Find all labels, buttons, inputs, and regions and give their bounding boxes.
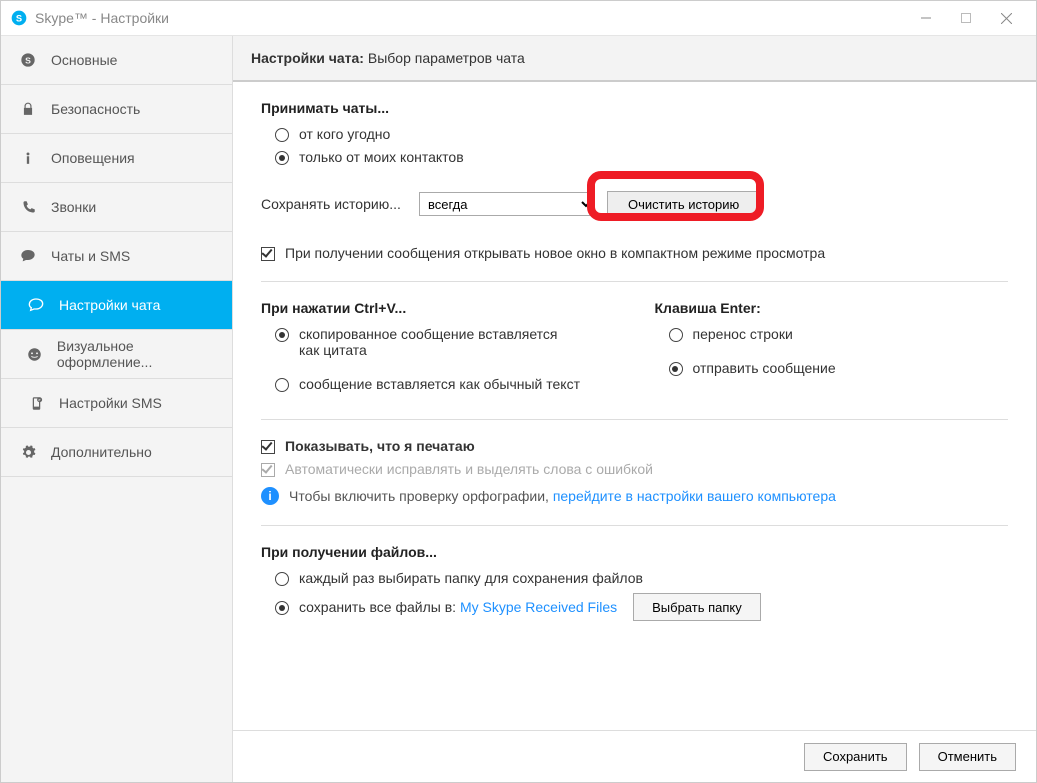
enter-newline-radio[interactable]: перенос строки [669, 326, 1009, 342]
sidebar: S Основные Безопасность Оповещения [1, 36, 233, 782]
accept-chats-title: Принимать чаты... [261, 100, 1008, 116]
sidebar-item-label: Дополнительно [51, 444, 152, 460]
checkbox-label: При получении сообщения открывать новое … [285, 245, 825, 261]
ctrlv-column: При нажатии Ctrl+V... скопированное сооб… [261, 300, 615, 399]
radio-label: только от моих контактов [299, 149, 464, 165]
sidebar-item-calls[interactable]: Звонки [1, 183, 232, 232]
history-row: Сохранять историю... всегда Очистить ист… [261, 191, 1008, 217]
smiley-icon [25, 347, 45, 362]
ctrlv-quote-radio[interactable]: скопированное сообщение вставляется как … [275, 326, 615, 358]
clear-history-button[interactable]: Очистить историю [607, 191, 760, 217]
radio-label-prefix: сохранить все файлы в: [299, 599, 460, 615]
info-circle-icon: i [261, 487, 279, 505]
settings-window: S Skype™ - Настройки S Основные [0, 0, 1037, 783]
divider [261, 419, 1008, 420]
sidebar-item-notifications[interactable]: Оповещения [1, 134, 232, 183]
divider [261, 281, 1008, 282]
sidebar-item-label: Визуальное оформление... [57, 338, 216, 370]
sidebar-item-chats-sms[interactable]: Чаты и SMS [1, 232, 232, 281]
autocorrect-checkbox: Автоматически исправлять и выделять слов… [261, 461, 1008, 477]
sidebar-item-label: Безопасность [51, 101, 140, 117]
sidebar-item-appearance[interactable]: Визуальное оформление... [1, 330, 232, 379]
spellcheck-settings-link[interactable]: перейдите в настройки вашего компьютера [553, 488, 836, 504]
checkbox-icon [261, 440, 275, 454]
sidebar-item-label: Настройки чата [59, 297, 160, 313]
radio-icon [669, 328, 683, 342]
enter-column: Клавиша Enter: перенос строки отправить … [655, 300, 1009, 399]
sidebar-item-general[interactable]: S Основные [1, 36, 232, 85]
save-button[interactable]: Сохранить [804, 743, 907, 771]
titlebar: S Skype™ - Настройки [1, 1, 1036, 35]
skype-icon: S [17, 52, 39, 68]
radio-label: от кого угодно [299, 126, 390, 142]
info-text: Чтобы включить проверку орфографии, [289, 488, 553, 504]
radio-icon [275, 378, 289, 392]
radio-label: сообщение вставляется как обычный текст [299, 376, 580, 392]
checkbox-label: Показывать, что я печатаю [285, 438, 475, 454]
maximize-button[interactable] [946, 3, 986, 33]
minimize-button[interactable] [906, 3, 946, 33]
radio-icon [275, 601, 289, 615]
enter-send-radio[interactable]: отправить сообщение [669, 360, 1009, 376]
close-button[interactable] [986, 3, 1026, 33]
chat-bubble-icon [17, 248, 39, 264]
sidebar-item-chat-settings[interactable]: Настройки чата [1, 281, 232, 330]
radio-icon [275, 128, 289, 142]
checkbox-label: Автоматически исправлять и выделять слов… [285, 461, 653, 477]
gear-icon [17, 445, 39, 460]
sidebar-item-label: Оповещения [51, 150, 135, 166]
sidebar-item-label: Чаты и SMS [51, 248, 130, 264]
skype-logo-icon: S [11, 10, 27, 26]
ctrlv-title: При нажатии Ctrl+V... [261, 300, 615, 316]
checkbox-icon [261, 463, 275, 477]
received-files-link[interactable]: My Skype Received Files [460, 599, 617, 615]
sidebar-item-advanced[interactable]: Дополнительно [1, 428, 232, 477]
content-header: Настройки чата: Выбор параметров чата [233, 36, 1036, 82]
files-title: При получении файлов... [261, 544, 1008, 560]
sidebar-item-label: Настройки SMS [59, 395, 162, 411]
radio-label: отправить сообщение [693, 360, 836, 376]
mobile-icon [25, 396, 47, 411]
accept-contacts-radio[interactable]: только от моих контактов [275, 149, 1008, 165]
lock-icon [17, 102, 39, 116]
radio-icon [275, 328, 289, 342]
dialog-footer: Сохранить Отменить [233, 730, 1036, 782]
files-ask-radio[interactable]: каждый раз выбирать папку для сохранения… [275, 570, 1008, 586]
ctrlv-plain-radio[interactable]: сообщение вставляется как обычный текст [275, 376, 615, 392]
divider [261, 525, 1008, 526]
sidebar-item-label: Основные [51, 52, 117, 68]
content-body[interactable]: Принимать чаты... от кого угодно только … [233, 82, 1036, 730]
radio-icon [275, 572, 289, 586]
phone-icon [17, 200, 39, 215]
spellcheck-info: i Чтобы включить проверку орфографии, пе… [261, 487, 1008, 505]
radio-label: перенос строки [693, 326, 793, 342]
svg-text:S: S [25, 55, 31, 65]
cancel-button[interactable]: Отменить [919, 743, 1016, 771]
info-icon [17, 151, 39, 165]
header-title-rest: Выбор параметров чата [364, 50, 525, 66]
enter-title: Клавиша Enter: [655, 300, 1009, 316]
files-save-radio[interactable]: сохранить все файлы в: My Skype Received… [275, 593, 1008, 621]
history-label: Сохранять историю... [261, 196, 419, 212]
sidebar-item-label: Звонки [51, 199, 96, 215]
history-select[interactable]: всегда [419, 192, 595, 216]
show-typing-checkbox[interactable]: Показывать, что я печатаю [261, 438, 1008, 454]
content-area: Настройки чата: Выбор параметров чата Пр… [233, 36, 1036, 782]
choose-folder-button[interactable]: Выбрать папку [633, 593, 761, 621]
sidebar-item-sms-settings[interactable]: Настройки SMS [1, 379, 232, 428]
chat-outline-icon [25, 297, 47, 313]
svg-text:S: S [16, 13, 22, 23]
radio-icon [275, 151, 289, 165]
checkbox-icon [261, 247, 275, 261]
accept-anyone-radio[interactable]: от кого угодно [275, 126, 1008, 142]
radio-label: каждый раз выбирать папку для сохранения… [299, 570, 643, 586]
radio-icon [669, 362, 683, 376]
window-title: Skype™ - Настройки [35, 10, 169, 26]
sidebar-item-security[interactable]: Безопасность [1, 85, 232, 134]
two-column-section: При нажатии Ctrl+V... скопированное сооб… [261, 300, 1008, 399]
radio-label: скопированное сообщение вставляется как … [299, 326, 559, 358]
header-title-bold: Настройки чата: [251, 50, 364, 66]
open-new-window-checkbox[interactable]: При получении сообщения открывать новое … [261, 245, 1008, 261]
